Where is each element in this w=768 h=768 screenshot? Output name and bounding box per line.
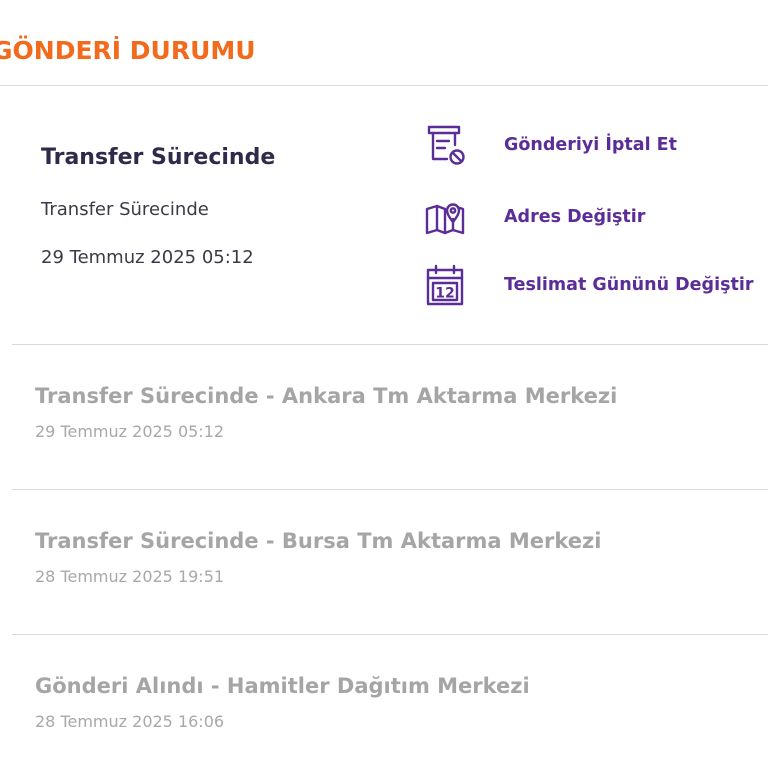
section-title: GÖNDERİ DURUMU bbox=[0, 36, 256, 65]
history-item-title: Gönderi Alındı - Hamitler Dağıtım Merkez… bbox=[35, 674, 530, 698]
history-item-title: Transfer Sürecinde - Bursa Tm Aktarma Me… bbox=[35, 529, 602, 553]
shipment-status-page: GÖNDERİ DURUMU Transfer Sürecinde Transf… bbox=[0, 0, 768, 768]
history-item-date: 28 Temmuz 2025 16:06 bbox=[35, 712, 225, 731]
change-address-label: Adres Değiştir bbox=[504, 207, 646, 227]
change-address-button[interactable]: Adres Değiştir bbox=[424, 196, 645, 238]
history-item-title: Transfer Sürecinde - Ankara Tm Aktarma M… bbox=[35, 384, 618, 408]
divider bbox=[12, 344, 768, 345]
cancel-document-icon bbox=[424, 124, 466, 166]
history-item-date: 28 Temmuz 2025 19:51 bbox=[35, 567, 225, 586]
divider bbox=[12, 634, 768, 635]
calendar-day-text: 12 bbox=[435, 286, 454, 302]
cancel-shipment-button[interactable]: Gönderiyi İptal Et bbox=[424, 124, 677, 166]
current-status-title: Transfer Sürecinde bbox=[41, 145, 276, 170]
divider bbox=[0, 85, 768, 86]
current-status-date: 29 Temmuz 2025 05:12 bbox=[41, 247, 254, 268]
cancel-shipment-label: Gönderiyi İptal Et bbox=[504, 135, 677, 155]
history-item: Transfer Sürecinde - Ankara Tm Aktarma M… bbox=[35, 384, 617, 441]
change-delivery-day-button[interactable]: 12 Teslimat Gününü Değiştir bbox=[424, 264, 753, 306]
change-delivery-day-label: Teslimat Gününü Değiştir bbox=[504, 275, 754, 295]
history-item-date: 29 Temmuz 2025 05:12 bbox=[35, 422, 225, 441]
current-status-text: Transfer Sürecinde bbox=[41, 199, 209, 220]
history-item: Gönderi Alındı - Hamitler Dağıtım Merkez… bbox=[35, 674, 530, 731]
history-item: Transfer Sürecinde - Bursa Tm Aktarma Me… bbox=[35, 529, 601, 586]
map-pin-icon bbox=[424, 196, 466, 238]
divider bbox=[12, 489, 768, 490]
calendar-icon: 12 bbox=[424, 264, 466, 306]
